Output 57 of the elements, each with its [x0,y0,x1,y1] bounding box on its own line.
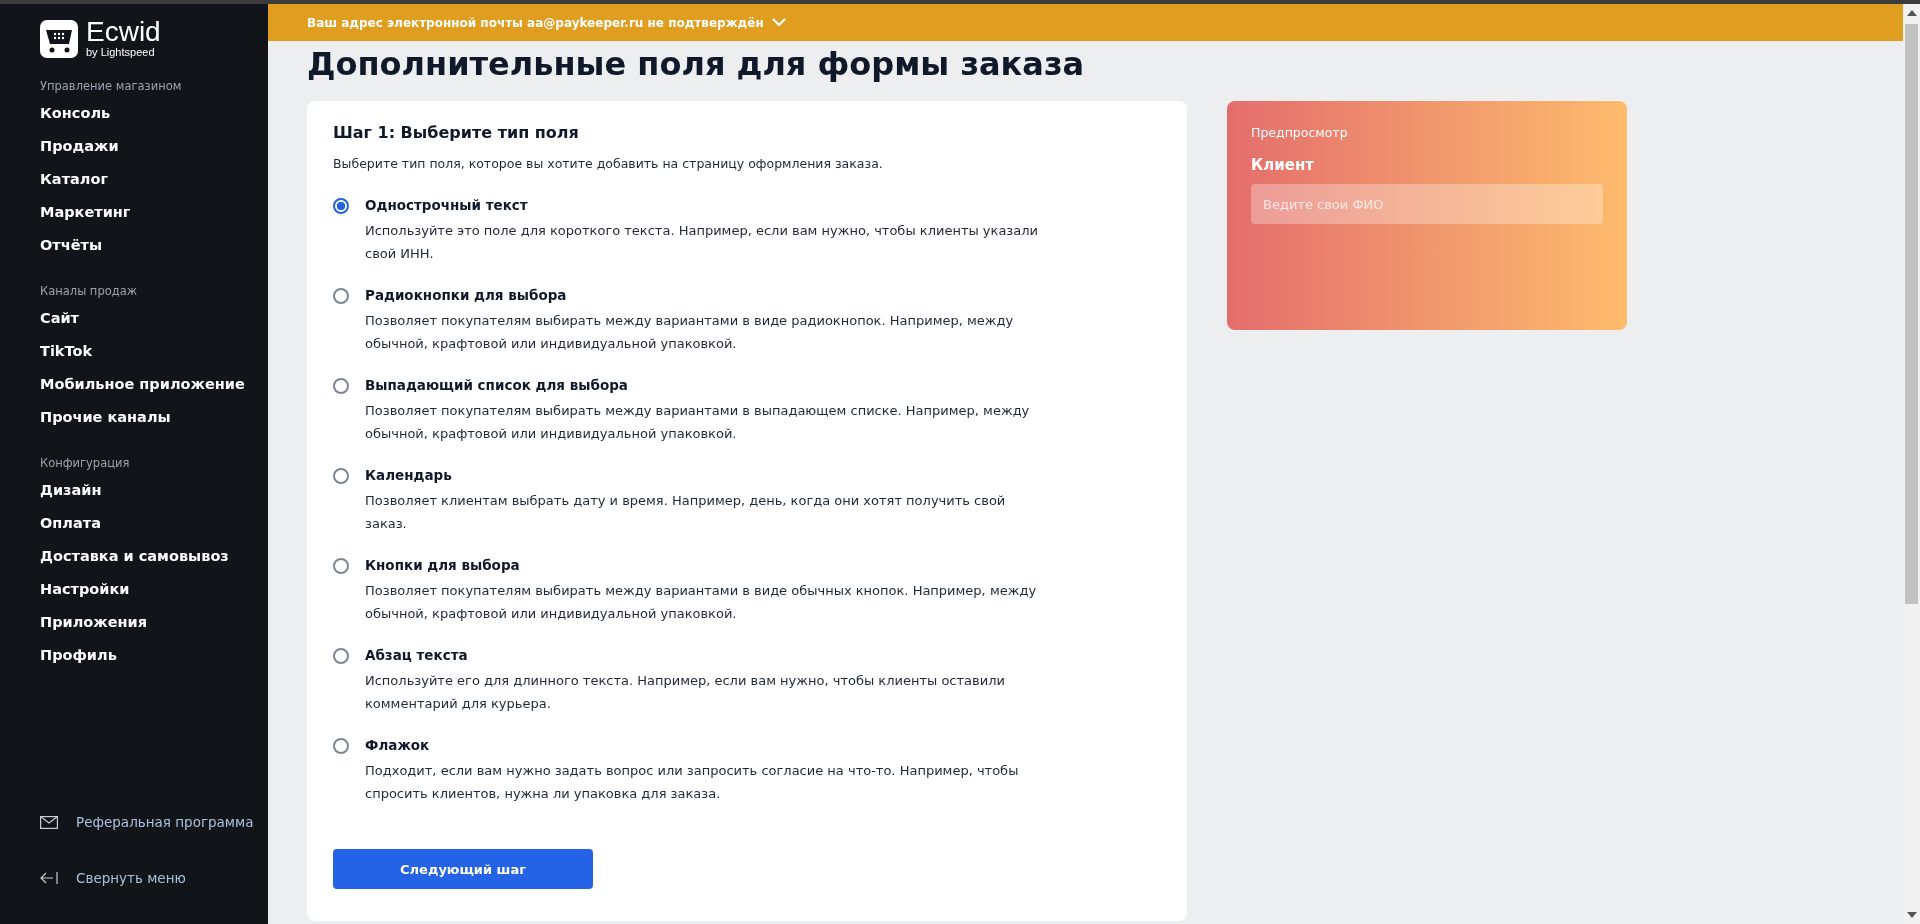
radio-button[interactable] [333,198,349,214]
option-description: Используйте его для длинного текста. Например, если вам нужно, чтобы клиенты оставили комментарий для курьера. [365,672,1006,713]
envelope-icon [40,815,58,829]
option-label[interactable]: Однострочный текст [365,197,1045,213]
nav-item[interactable]: Прочие каналы [40,401,268,434]
arrow-left-icon [40,871,58,885]
nav-item[interactable]: Сайт [40,302,268,335]
option-description: Позволяет покупателям выбирать между вариантами в виде радиокнопок. Например, между обычной, крафтовой или индивидуальной упаковкой. [365,312,1015,353]
radio-button[interactable] [333,648,349,664]
next-step-button[interactable]: Следующий шаг [333,849,593,889]
option-label[interactable]: Календарь [365,467,1045,483]
nav-section-title: Конфигурация [40,455,131,472]
radio-button[interactable] [333,558,349,574]
referral-link[interactable]: Реферальная программа [76,814,254,830]
logo-wordmark: Ecwid [86,18,161,46]
nav-item[interactable]: Доставка и самовывоз [40,540,268,573]
option-label[interactable]: Абзац текста [365,647,1045,663]
scroll-up-icon[interactable] [1906,10,1917,16]
collapse-menu-link[interactable]: Свернуть меню [76,870,186,886]
option-description: Позволяет клиентам выбрать дату и время. Например, день, когда они хотят получить свой заказ. [365,492,1007,533]
field-label: Клиент [1251,156,1315,174]
preview-title: Предпросмотр [1251,125,1349,140]
nav-item[interactable]: Каталог [40,163,268,196]
nav-item[interactable]: Отчёты [40,229,268,262]
nav-item[interactable]: Консоль [40,97,268,130]
nav-item[interactable]: Оплата [40,507,268,540]
step-description: Выберите тип поля, которое вы хотите добавить на страницу оформления заказа. [333,156,884,171]
option-label[interactable]: Кнопки для выбора [365,557,1045,573]
radio-button[interactable] [333,378,349,394]
page-title: Дополнительные поля для формы заказа [307,44,1086,85]
logo-tagline: by Lightspeed [86,46,156,59]
scroll-down-icon[interactable] [1906,912,1917,918]
nav-item[interactable]: Настройки [40,573,268,606]
nav-item[interactable]: Дизайн [40,474,268,507]
nav-item[interactable]: Мобильное приложение [40,368,268,401]
option-label[interactable]: Флажок [365,737,1045,753]
option-description: Подходит, если вам нужно задать вопрос или запросить согласие на что-то. Например, чтобы спросить клиентов, нужна ли упаковка для заказа. [365,762,1020,803]
nav-item[interactable]: TikTok [40,335,268,368]
radio-button[interactable] [333,468,349,484]
nav-item[interactable]: Профиль [40,639,268,672]
option-description: Позволяет покупателям выбирать между вариантами в виде обычных кнопок. Например, между обычной, крафтовой или индивидуальной упаковкой. [365,582,1038,623]
nav-item[interactable]: Приложения [40,606,268,639]
radio-button[interactable] [333,288,349,304]
option-label[interactable]: Радиокнопки для выбора [365,287,1045,303]
step-title: Шаг 1: Выберите тип поля [333,123,580,142]
nav-section-title: Управление магазином [40,78,183,95]
option-description: Позволяет покупателям выбирать между вариантами в выпадающем списке. Например, между обычной, крафтовой или индивидуальной упаковкой. [365,402,1031,443]
radio-button[interactable] [333,738,349,754]
nav-section-title: Каналы продаж [40,283,139,300]
nav-item[interactable]: Продажи [40,130,268,163]
option-description: Используйте это поле для короткого текста. Например, если вам нужно, чтобы клиенты указали свой ИНН. [365,222,1039,263]
chevron-down-icon[interactable] [771,18,786,27]
banner-text: Ваш адрес электронной почты aa@paykeeper.ru не подтверждён [307,15,764,30]
scrollbar-thumb[interactable] [1905,24,1918,604]
nav-item[interactable]: Маркетинг [40,196,268,229]
option-label[interactable]: Выпадающий список для выбора [365,377,1045,393]
cart-logo-icon [40,19,78,58]
